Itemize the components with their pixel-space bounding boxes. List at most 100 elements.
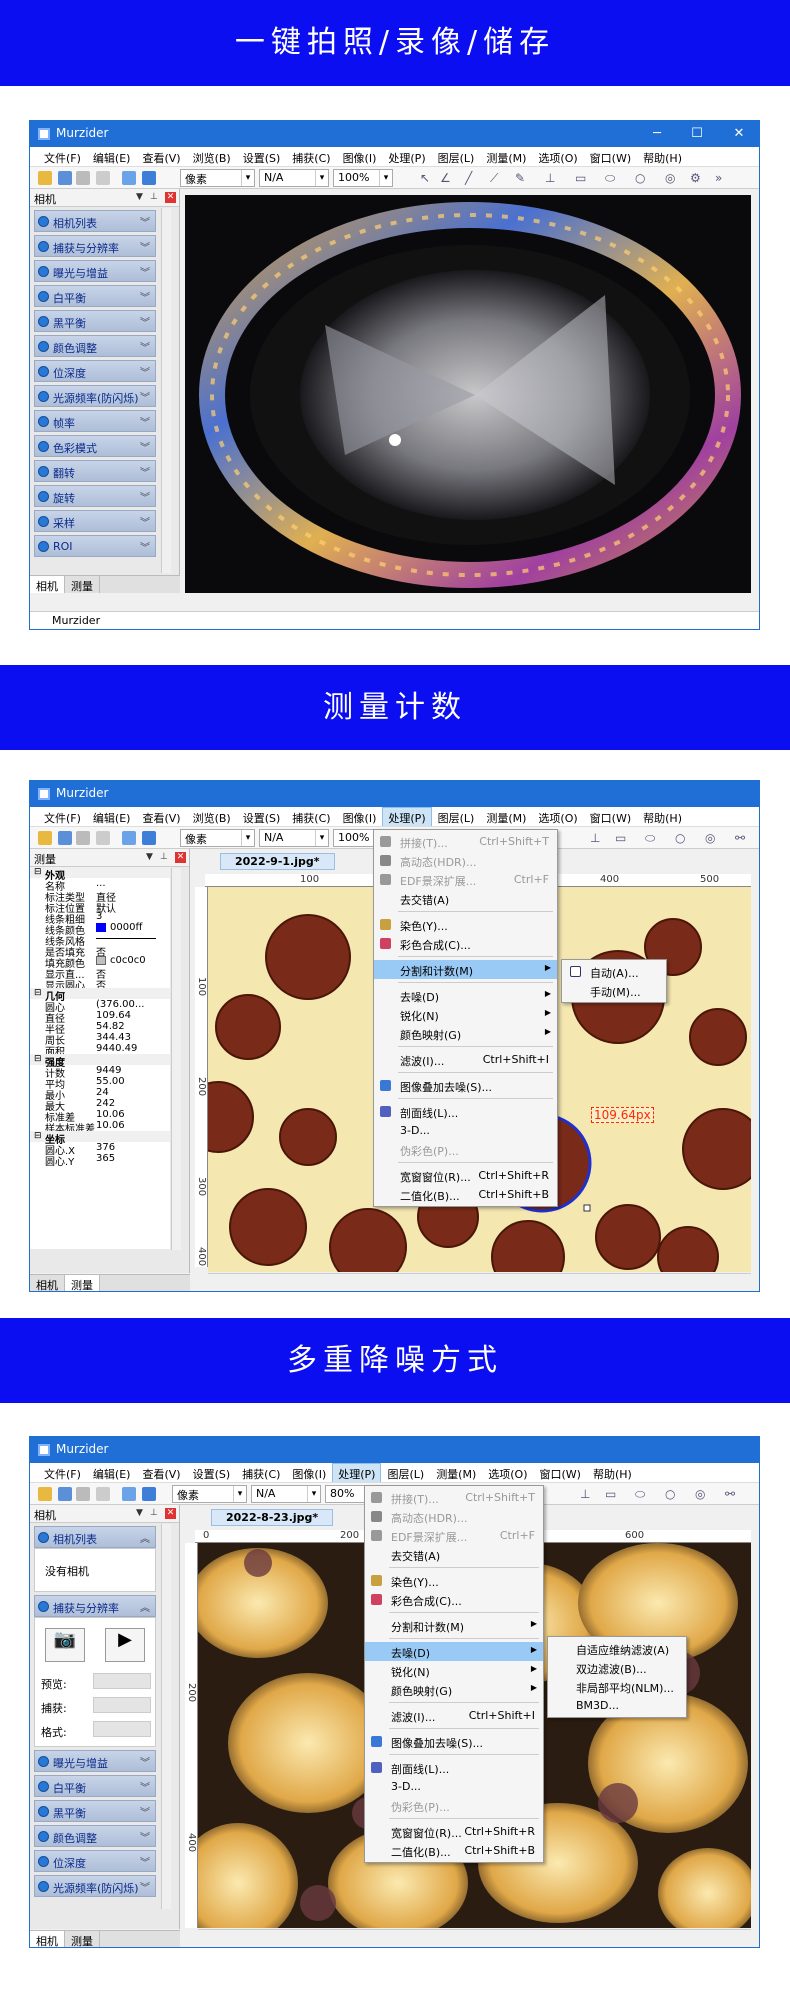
- grid-icon[interactable]: [142, 1487, 156, 1501]
- fold-item-8[interactable]: 帧率 ︾: [34, 410, 156, 432]
- fold-item-2[interactable]: 曝光与增益 ︾: [34, 260, 156, 282]
- tab-camera[interactable]: 相机: [30, 1275, 65, 1291]
- property-row[interactable]: 填充颜色 c0c0c0: [30, 955, 170, 970]
- property-row[interactable]: 显示圆心否: [30, 977, 170, 992]
- property-row[interactable]: 样本标准差 10.06: [30, 1120, 170, 1135]
- preview-select[interactable]: [93, 1673, 151, 1689]
- more-tools-icon[interactable]: »: [715, 171, 722, 185]
- menu-item[interactable]: 彩色合成(C)...: [374, 934, 557, 953]
- unit-select[interactable]: 像素 ▾: [172, 1485, 247, 1503]
- fold-item-7[interactable]: 光源频率(防闪烁) ︾: [34, 385, 156, 407]
- menu-item[interactable]: 颜色映射(G) ▶: [365, 1680, 543, 1699]
- menu-item[interactable]: 滤波(I)... Ctrl+Shift+I: [365, 1706, 543, 1725]
- menu-item[interactable]: 高动态(HDR)...: [365, 1507, 543, 1526]
- fold-item-3[interactable]: 白平衡 ︾: [34, 285, 156, 307]
- property-row[interactable]: 显示直... 否: [30, 966, 170, 981]
- open-icon[interactable]: [38, 171, 52, 185]
- collapse-icon[interactable]: ⊟: [34, 1131, 42, 1141]
- fold-item-13[interactable]: ROI ︾: [34, 535, 156, 557]
- record-button[interactable]: ▶: [105, 1628, 145, 1662]
- menu-item-3[interactable]: 设置(S): [187, 1463, 237, 1482]
- menu-item-4[interactable]: 设置(S): [237, 147, 287, 166]
- menu-item[interactable]: 图像叠加去噪(S)...: [365, 1732, 543, 1751]
- menu-item-5[interactable]: 图像(I): [286, 1463, 332, 1482]
- menu-item-4[interactable]: 设置(S): [237, 807, 287, 826]
- menu-item-0[interactable]: 文件(F): [38, 147, 87, 166]
- pin-icon[interactable]: ⊥: [150, 192, 158, 202]
- gear-icon[interactable]: ⚙: [690, 171, 701, 185]
- submenu-item[interactable]: 自适应维纳滤波(A): [548, 1639, 686, 1658]
- circle-icon[interactable]: ○: [665, 1487, 675, 1501]
- unit-select[interactable]: 像素 ▾: [180, 169, 255, 187]
- menu-item[interactable]: 高动态(HDR)...: [374, 851, 557, 870]
- open-icon[interactable]: [38, 1487, 52, 1501]
- menu-item[interactable]: 拼接(T)... Ctrl+Shift+T: [374, 832, 557, 851]
- dropdown-icon[interactable]: ▼: [136, 192, 143, 202]
- collapse-icon[interactable]: ⊟: [34, 867, 42, 877]
- maximize-button[interactable]: ☐: [687, 125, 707, 143]
- menu-item-0[interactable]: 文件(F): [38, 1463, 87, 1482]
- menu-item[interactable]: 二值化(B)... Ctrl+Shift+B: [374, 1185, 557, 1204]
- menu-item[interactable]: 锐化(N) ▶: [365, 1661, 543, 1680]
- menu-item[interactable]: 染色(Y)...: [374, 915, 557, 934]
- property-row[interactable]: 线条颜色 0000ff: [30, 922, 170, 937]
- menu-item[interactable]: 去交错(A): [374, 889, 557, 908]
- panel-close-icon[interactable]: ✕: [165, 192, 176, 203]
- menu-item[interactable]: 伪彩色(P)...: [365, 1796, 543, 1815]
- menu-item[interactable]: 去噪(D) ▶: [374, 986, 557, 1005]
- menu-item-4[interactable]: 捕获(C): [236, 1463, 286, 1482]
- horizontal-scrollbar[interactable]: [198, 1929, 751, 1941]
- menu-item[interactable]: 伪彩色(P)...: [374, 1140, 557, 1159]
- property-row[interactable]: 是否填充否: [30, 944, 170, 959]
- panel-close-icon[interactable]: ✕: [175, 852, 186, 863]
- menu-item[interactable]: EDF景深扩展... Ctrl+F: [374, 870, 557, 889]
- menu-item-12[interactable]: 帮助(H): [637, 807, 688, 826]
- copy-icon[interactable]: [96, 1487, 110, 1501]
- capture-select[interactable]: [93, 1697, 151, 1713]
- property-row[interactable]: ⊟ 外观: [30, 867, 170, 882]
- fold-item-1[interactable]: 捕获与分辨率 ︾: [34, 235, 156, 257]
- grid-icon[interactable]: [142, 831, 156, 845]
- save-icon[interactable]: [58, 171, 72, 185]
- property-row[interactable]: 标准差 10.06: [30, 1109, 170, 1124]
- fold-item-1[interactable]: 白平衡 ︾: [34, 1775, 156, 1797]
- menu-item-11[interactable]: 帮助(H): [587, 1463, 638, 1482]
- property-row[interactable]: 标注位置 默认: [30, 900, 170, 915]
- menu-item-1[interactable]: 编辑(E): [87, 807, 137, 826]
- unit-select[interactable]: 像素 ▾: [180, 829, 255, 847]
- property-row[interactable]: ⊟ 强度: [30, 1054, 170, 1069]
- menu-item[interactable]: 染色(Y)...: [365, 1571, 543, 1590]
- copy-icon[interactable]: [96, 171, 110, 185]
- pen-icon[interactable]: ✎: [515, 171, 525, 185]
- open-icon[interactable]: [38, 831, 52, 845]
- menu-item-9[interactable]: 测量(M): [480, 147, 532, 166]
- circle-icon[interactable]: ○: [635, 171, 645, 185]
- calibration-select[interactable]: N/A ▾: [259, 169, 329, 187]
- target-icon[interactable]: ◎: [705, 831, 715, 845]
- menu-item-11[interactable]: 窗口(W): [584, 807, 637, 826]
- tab-camera[interactable]: 相机: [30, 1931, 65, 1947]
- pointer-icon[interactable]: ↖: [420, 171, 430, 185]
- menu-item[interactable]: 分割和计数(M) ▶: [374, 960, 557, 979]
- fold-item-5[interactable]: 颜色调整 ︾: [34, 335, 156, 357]
- fold-item-4[interactable]: 黑平衡 ︾: [34, 310, 156, 332]
- menu-item-5[interactable]: 捕获(C): [286, 807, 336, 826]
- menu-item-11[interactable]: 窗口(W): [584, 147, 637, 166]
- menu-item[interactable]: 图像叠加去噪(S)...: [374, 1076, 557, 1095]
- pin-icon[interactable]: ⊥: [160, 852, 168, 862]
- menu-item-7[interactable]: 处理(P): [382, 147, 431, 166]
- menu-item[interactable]: 剖面线(L)...: [374, 1102, 557, 1121]
- menu-item[interactable]: 宽窗窗位(R)... Ctrl+Shift+R: [374, 1166, 557, 1185]
- property-row[interactable]: ⊟ 几何: [30, 988, 170, 1003]
- menu-item-3[interactable]: 浏览(B): [187, 807, 237, 826]
- menu-item-2[interactable]: 查看(V): [136, 147, 186, 166]
- pin-icon[interactable]: ⊥: [150, 1508, 158, 1518]
- print-icon[interactable]: [76, 1487, 90, 1501]
- document-tab[interactable]: 2022-9-1.jpg*: [220, 853, 335, 870]
- property-row[interactable]: 圆心.Y 365: [30, 1153, 170, 1168]
- angle-icon[interactable]: ∠: [440, 171, 451, 185]
- property-row[interactable]: 名称...: [30, 878, 170, 893]
- menu-item-12[interactable]: 帮助(H): [637, 147, 688, 166]
- menu-item-10[interactable]: 选项(O): [532, 147, 583, 166]
- perpendicular-icon[interactable]: ⊥: [545, 171, 555, 185]
